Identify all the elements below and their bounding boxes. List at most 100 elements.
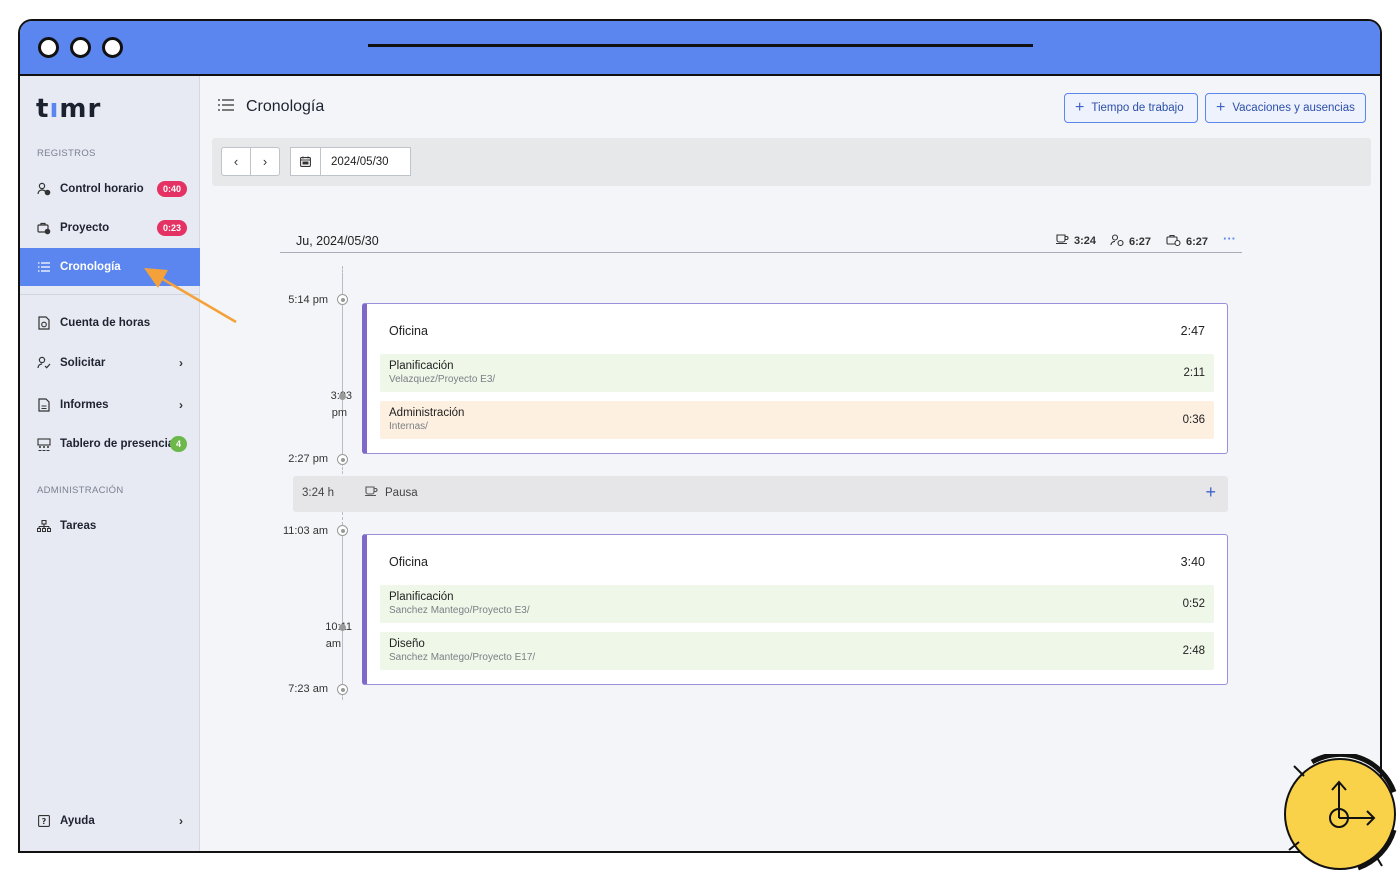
timeline-time: am bbox=[325, 638, 341, 650]
list-icon bbox=[218, 98, 234, 116]
timer-badge: 0:23 bbox=[156, 220, 187, 236]
calendar-icon[interactable] bbox=[291, 148, 321, 175]
previous-day-button[interactable]: ‹ bbox=[221, 147, 251, 176]
timeline-time: 11:03 am bbox=[282, 525, 328, 537]
project-entry[interactable]: Planificación Sanchez Mantego/Proyecto E… bbox=[380, 585, 1214, 623]
timeline-marker bbox=[337, 454, 348, 465]
report-icon bbox=[37, 398, 51, 412]
work-total-value: 6:27 bbox=[1129, 235, 1152, 248]
timeline-marker bbox=[337, 525, 348, 536]
project-entry[interactable]: Planificación Velazquez/Proyecto E3/ 2:1… bbox=[380, 354, 1214, 392]
button-label: Vacaciones y ausencias bbox=[1232, 102, 1355, 114]
page-title-text: Cronología bbox=[246, 98, 325, 115]
presence-count-badge: 4 bbox=[170, 436, 187, 452]
window-close-button[interactable] bbox=[38, 37, 59, 58]
timeline-time: 7:23 am bbox=[288, 683, 328, 695]
chevron-right-icon: › bbox=[179, 814, 183, 828]
sidebar-item-tareas[interactable]: Tareas bbox=[20, 507, 200, 545]
window-minimize-button[interactable] bbox=[70, 37, 91, 58]
timeline-marker bbox=[337, 294, 348, 305]
svg-text:?: ? bbox=[42, 817, 47, 826]
sidebar-item-label: Informes bbox=[60, 399, 109, 411]
section-label-admin: ADMINISTRACIÓN bbox=[37, 485, 124, 496]
entry-path: Internas/ bbox=[389, 421, 428, 432]
pause-label: Pausa bbox=[365, 486, 418, 499]
app-logo[interactable]: tımr bbox=[36, 94, 101, 124]
break-total: 3:24 bbox=[1056, 234, 1096, 247]
sidebar-item-ayuda[interactable]: ? Ayuda › bbox=[20, 802, 200, 840]
browser-window: tımr REGISTROS Control horario 0:40 Proy… bbox=[18, 19, 1382, 853]
project-total-value: 6:27 bbox=[1186, 235, 1209, 248]
card-duration: 3:40 bbox=[1180, 555, 1205, 569]
next-day-button[interactable]: › bbox=[250, 147, 280, 176]
timeline-time: pm bbox=[331, 407, 347, 419]
plus-icon: + bbox=[1216, 99, 1226, 116]
timeline-marker bbox=[339, 393, 346, 400]
briefcase-clock-icon bbox=[37, 221, 51, 235]
entry-title: Planificación bbox=[389, 360, 454, 372]
document-clock-icon bbox=[37, 316, 51, 330]
sidebar-item-solicitar[interactable]: Solicitar › bbox=[20, 344, 200, 382]
add-pause-button[interactable]: + bbox=[1205, 482, 1216, 503]
pause-duration: 3:24 h bbox=[302, 487, 334, 499]
sidebar-item-proyecto[interactable]: Proyecto 0:23 bbox=[20, 209, 200, 247]
briefcase-clock-icon bbox=[1166, 234, 1181, 249]
sidebar-item-tablero-de-presencia[interactable]: Tablero de presencia 4 bbox=[20, 425, 200, 463]
entry-duration: 2:48 bbox=[1182, 645, 1205, 657]
day-label: Ju, 2024/05/30 bbox=[296, 234, 379, 248]
date-picker[interactable]: 2024/05/30 bbox=[290, 147, 411, 176]
entry-path: Sanchez Mantego/Proyecto E3/ bbox=[389, 605, 530, 616]
entry-title: Diseño bbox=[389, 638, 425, 650]
sidebar-item-label: Tablero de presencia bbox=[60, 438, 175, 450]
chevron-right-icon: › bbox=[179, 356, 183, 370]
entry-path: Sanchez Mantego/Proyecto E17/ bbox=[389, 652, 536, 663]
pause-label-text: Pausa bbox=[385, 486, 418, 499]
card-title: Oficina bbox=[389, 324, 428, 338]
address-bar[interactable] bbox=[368, 44, 1033, 47]
sidebar-item-informes[interactable]: Informes › bbox=[20, 386, 200, 424]
add-work-time-button[interactable]: + Tiempo de trabajo bbox=[1064, 93, 1198, 123]
page-title: Cronología bbox=[218, 98, 324, 116]
button-label: Tiempo de trabajo bbox=[1091, 102, 1184, 114]
day-header: Ju, 2024/05/30 3:24 6:27 6:27 ··· bbox=[280, 231, 1242, 253]
timeline-time: 2:27 pm bbox=[288, 453, 328, 465]
entry-path: Velazquez/Proyecto E3/ bbox=[389, 374, 496, 385]
date-toolbar: ‹ › 2024/05/30 bbox=[212, 138, 1371, 186]
list-icon bbox=[37, 260, 51, 274]
time-block-card[interactable]: Oficina 3:40 Planificación Sanchez Mante… bbox=[362, 534, 1228, 685]
card-header: Oficina 2:47 bbox=[389, 324, 1205, 338]
sidebar-item-control-horario[interactable]: Control horario 0:40 bbox=[20, 170, 200, 208]
more-options-button[interactable]: ··· bbox=[1223, 231, 1236, 246]
break-total-value: 3:24 bbox=[1074, 234, 1097, 247]
entry-duration: 0:36 bbox=[1182, 414, 1205, 426]
entry-duration: 2:11 bbox=[1183, 367, 1205, 379]
project-total: 6:27 bbox=[1166, 234, 1208, 249]
pause-row[interactable]: 3:24 h Pausa + bbox=[293, 476, 1228, 512]
add-vacation-button[interactable]: + Vacaciones y ausencias bbox=[1205, 93, 1366, 123]
pointer-arrow-icon bbox=[144, 268, 237, 324]
user-clock-icon bbox=[37, 182, 51, 196]
work-total: 6:27 bbox=[1110, 234, 1151, 249]
sidebar-item-label: Ayuda bbox=[60, 815, 95, 827]
stopwatch-icon bbox=[1284, 754, 1397, 871]
timeline-line bbox=[342, 266, 343, 276]
chevron-right-icon: › bbox=[179, 398, 183, 412]
sidebar-item-label: Solicitar bbox=[60, 357, 106, 369]
window-maximize-button[interactable] bbox=[102, 37, 123, 58]
card-duration: 2:47 bbox=[1180, 324, 1205, 338]
time-block-card[interactable]: Oficina 2:47 Planificación Velazquez/Pro… bbox=[362, 303, 1228, 454]
entry-title: Planificación bbox=[389, 591, 454, 603]
title-bar bbox=[20, 21, 1380, 76]
sidebar-item-label: Proyecto bbox=[60, 222, 110, 234]
coffee-icon bbox=[1056, 234, 1069, 247]
sidebar-item-label: Cuenta de horas bbox=[60, 317, 151, 329]
project-entry[interactable]: Diseño Sanchez Mantego/Proyecto E17/ 2:4… bbox=[380, 632, 1214, 670]
card-header: Oficina 3:40 bbox=[389, 555, 1205, 569]
timeline-marker bbox=[337, 684, 348, 695]
sidebar-item-label: Cronología bbox=[60, 261, 121, 273]
timeline-line bbox=[342, 530, 343, 690]
timeline-time: 5:14 pm bbox=[288, 294, 328, 306]
entry-title: Administración bbox=[389, 407, 465, 419]
hierarchy-icon bbox=[37, 519, 51, 533]
project-entry[interactable]: Administración Internas/ 0:36 bbox=[380, 401, 1214, 439]
